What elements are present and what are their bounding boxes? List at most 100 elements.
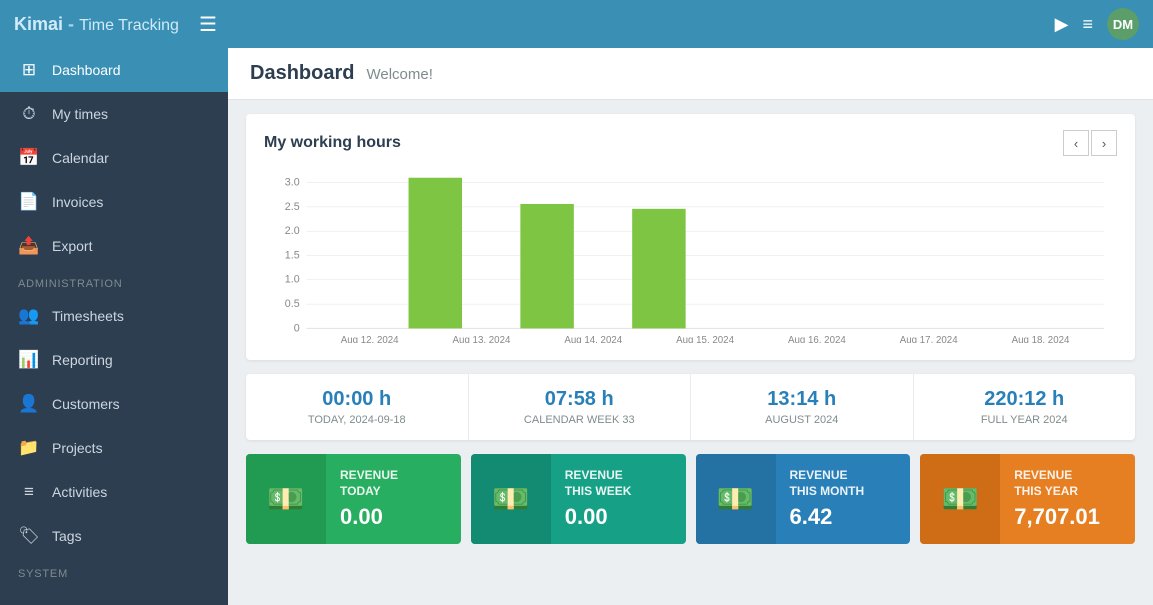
dashboard-icon: ⊞ — [18, 60, 40, 80]
stat-today: 00:00 h TODAY, 2024-09-18 — [246, 374, 469, 440]
sidebar-item-timesheets[interactable]: 👥 Timesheets — [0, 294, 228, 338]
projects-icon: 📁 — [18, 438, 40, 458]
sidebar-item-customers[interactable]: 👤 Customers — [0, 382, 228, 426]
chart-card: My working hours ‹ › 0 0.5 1.0 1.5 2.0 2 — [246, 114, 1135, 360]
export-icon: 📤 — [18, 236, 40, 256]
main-content: Dashboard Welcome! My working hours ‹ › … — [228, 48, 1153, 605]
page-subtitle: Welcome! — [366, 66, 432, 83]
stat-week-label: CALENDAR WEEK 33 — [487, 414, 673, 426]
stat-today-value: 00:00 h — [264, 388, 450, 411]
sidebar-item-reporting[interactable]: 📊 Reporting — [0, 338, 228, 382]
bar-aug15 — [632, 209, 685, 329]
reporting-icon: 📊 — [18, 350, 40, 370]
stat-month-value: 13:14 h — [709, 388, 895, 411]
stat-week-value: 07:58 h — [487, 388, 673, 411]
revenue-year-info: REVENUETHIS YEAR 7,707.01 — [1000, 456, 1135, 541]
admin-section-label: Administration — [0, 268, 228, 294]
svg-text:Aug 15, 2024: Aug 15, 2024 — [676, 335, 734, 343]
bar-aug13 — [409, 178, 462, 329]
svg-text:3.0: 3.0 — [285, 177, 300, 189]
revenue-row: 💵 REVENUETODAY 0.00 💵 REVENUETHIS WEEK 0… — [246, 454, 1135, 544]
stat-year: 220:12 h FULL YEAR 2024 — [914, 374, 1136, 440]
timesheets-icon: 👥 — [18, 306, 40, 326]
page-title: Dashboard — [250, 62, 354, 85]
tags-icon: 🏷 — [18, 526, 40, 546]
revenue-today-card: 💵 REVENUETODAY 0.00 — [246, 454, 461, 544]
svg-text:Aug 17, 2024: Aug 17, 2024 — [900, 335, 958, 343]
sidebar-item-export[interactable]: 📤 Export — [0, 224, 228, 268]
svg-text:0.5: 0.5 — [285, 298, 300, 310]
revenue-year-label: REVENUETHIS YEAR — [1014, 468, 1121, 499]
sidebar-item-tags[interactable]: 🏷 Tags — [0, 514, 228, 558]
revenue-month-icon: 💵 — [696, 454, 776, 544]
sidebar-label-reporting: Reporting — [52, 352, 113, 368]
sidebar-label-timesheets: Timesheets — [52, 308, 124, 324]
sidebar-label-my-times: My times — [52, 106, 108, 122]
chart-header: My working hours ‹ › — [264, 130, 1117, 156]
svg-text:2.5: 2.5 — [285, 201, 300, 213]
svg-text:Aug 12, 2024: Aug 12, 2024 — [341, 335, 399, 343]
header-right: ▶ ≡ DM — [1055, 8, 1139, 40]
revenue-year-value: 7,707.01 — [1014, 504, 1121, 530]
chart-prev-button[interactable]: ‹ — [1063, 130, 1089, 156]
stat-month: 13:14 h AUGUST 2024 — [691, 374, 914, 440]
revenue-today-value: 0.00 — [340, 504, 447, 530]
play-icon[interactable]: ▶ — [1055, 14, 1069, 35]
stat-today-label: TODAY, 2024-09-18 — [264, 414, 450, 426]
menu-toggle-icon[interactable]: ☰ — [199, 12, 217, 37]
sidebar-label-export: Export — [52, 238, 92, 254]
sidebar-item-projects[interactable]: 📁 Projects — [0, 426, 228, 470]
content-area: My working hours ‹ › 0 0.5 1.0 1.5 2.0 2 — [228, 100, 1153, 605]
svg-text:Aug 14, 2024: Aug 14, 2024 — [564, 335, 622, 343]
customers-icon: 👤 — [18, 394, 40, 414]
calendar-icon: 📅 — [18, 148, 40, 168]
stat-month-label: AUGUST 2024 — [709, 414, 895, 426]
sidebar-label-dashboard: Dashboard — [52, 62, 121, 78]
revenue-year-card: 💵 REVENUETHIS YEAR 7,707.01 — [920, 454, 1135, 544]
svg-text:0: 0 — [294, 322, 300, 334]
sidebar-label-projects: Projects — [52, 440, 103, 456]
sidebar: ⊞ Dashboard ⏱ My times 📅 Calendar 📄 Invo… — [0, 48, 228, 605]
sidebar-item-dashboard[interactable]: ⊞ Dashboard — [0, 48, 228, 92]
svg-text:Aug 16, 2024: Aug 16, 2024 — [788, 335, 846, 343]
activities-icon: ≡ — [18, 482, 40, 502]
layout: ⊞ Dashboard ⏱ My times 📅 Calendar 📄 Invo… — [0, 48, 1153, 605]
sidebar-item-my-times[interactable]: ⏱ My times — [0, 92, 228, 136]
chart-svg: 0 0.5 1.0 1.5 2.0 2.5 3.0 — [264, 168, 1117, 343]
stat-week: 07:58 h CALENDAR WEEK 33 — [469, 374, 692, 440]
revenue-week-card: 💵 REVENUETHIS WEEK 0.00 — [471, 454, 686, 544]
chart-next-button[interactable]: › — [1091, 130, 1117, 156]
chart-navigation: ‹ › — [1063, 130, 1117, 156]
sidebar-item-activities[interactable]: ≡ Activities — [0, 470, 228, 514]
stats-row: 00:00 h TODAY, 2024-09-18 07:58 h CALEND… — [246, 374, 1135, 440]
revenue-today-label: REVENUETODAY — [340, 468, 447, 499]
stat-year-value: 220:12 h — [932, 388, 1118, 411]
list-icon[interactable]: ≡ — [1082, 14, 1093, 35]
app-header: Kimai - Time Tracking ☰ ▶ ≡ DM — [0, 0, 1153, 48]
sidebar-label-activities: Activities — [52, 484, 107, 500]
sidebar-item-invoices[interactable]: 📄 Invoices — [0, 180, 228, 224]
sidebar-label-calendar: Calendar — [52, 150, 109, 166]
sidebar-label-customers: Customers — [52, 396, 120, 412]
svg-text:2.0: 2.0 — [285, 225, 300, 237]
sidebar-item-calendar[interactable]: 📅 Calendar — [0, 136, 228, 180]
system-section-label: System — [0, 558, 228, 584]
svg-text:1.5: 1.5 — [285, 249, 300, 261]
svg-text:Aug 13, 2024: Aug 13, 2024 — [453, 335, 511, 343]
svg-text:1.0: 1.0 — [285, 274, 300, 286]
bar-aug14 — [520, 204, 573, 328]
app-title: Kimai - Time Tracking — [14, 14, 179, 35]
sidebar-label-invoices: Invoices — [52, 194, 103, 210]
revenue-week-icon: 💵 — [471, 454, 551, 544]
revenue-year-icon: 💵 — [920, 454, 1000, 544]
revenue-month-card: 💵 REVENUETHIS MONTH 6.42 — [696, 454, 911, 544]
stat-year-label: FULL YEAR 2024 — [932, 414, 1118, 426]
revenue-month-value: 6.42 — [790, 504, 897, 530]
chart-title: My working hours — [264, 134, 401, 152]
svg-text:Aug 18, 2024: Aug 18, 2024 — [1012, 335, 1070, 343]
revenue-month-info: REVENUETHIS MONTH 6.42 — [776, 456, 911, 541]
revenue-week-value: 0.00 — [565, 504, 672, 530]
header-left: Kimai - Time Tracking ☰ — [14, 12, 217, 37]
avatar[interactable]: DM — [1107, 8, 1139, 40]
revenue-today-icon: 💵 — [246, 454, 326, 544]
